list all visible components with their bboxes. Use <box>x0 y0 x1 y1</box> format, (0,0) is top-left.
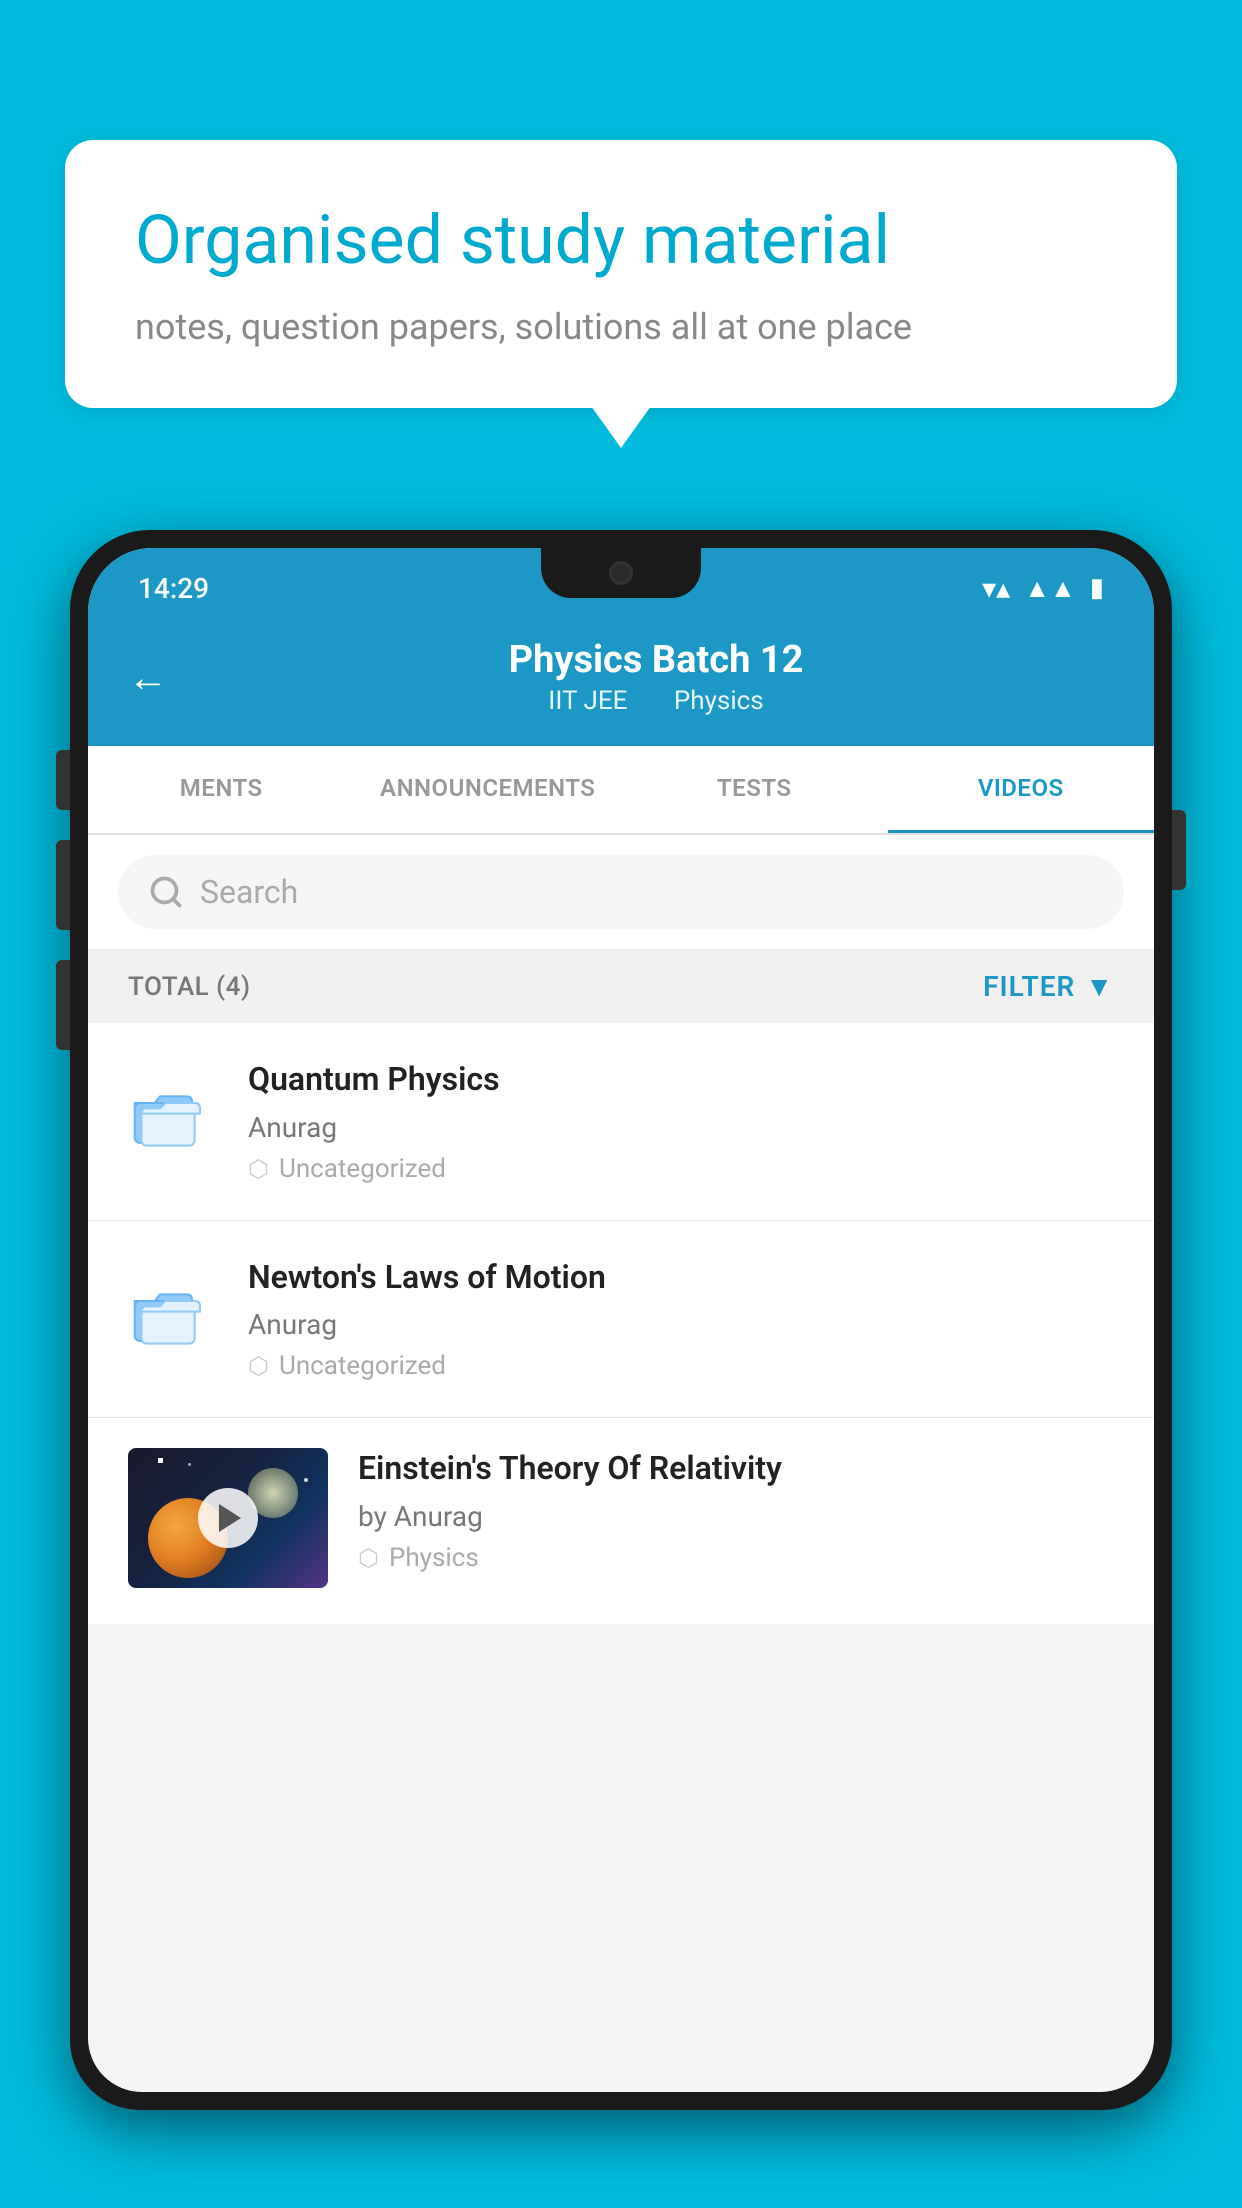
play-button[interactable] <box>198 1488 258 1548</box>
tab-announcements[interactable]: ANNOUNCEMENTS <box>355 746 622 833</box>
list-item[interactable]: Newton's Laws of Motion Anurag ⬡ Uncateg… <box>88 1221 1154 1419</box>
search-input-wrapper[interactable]: Search <box>118 855 1124 929</box>
video-list: Quantum Physics Anurag ⬡ Uncategorized <box>88 1023 1154 1624</box>
speech-bubble-title: Organised study material <box>135 200 1107 282</box>
list-item[interactable]: Quantum Physics Anurag ⬡ Uncategorized <box>88 1023 1154 1221</box>
tag-label: Uncategorized <box>279 1154 446 1184</box>
front-camera <box>609 561 633 585</box>
video-thumbnail <box>128 1448 328 1588</box>
phone-volume-down-button <box>56 960 70 1050</box>
search-icon <box>148 874 184 910</box>
app-header: ← Physics Batch 12 IIT JEE Physics <box>88 618 1154 746</box>
status-icons: ▾▴ ▲▲ ▮ <box>982 572 1104 605</box>
video-author: Anurag <box>248 1308 1114 1341</box>
video-author: Anurag <box>248 1111 1114 1144</box>
filter-label: FILTER <box>983 970 1075 1003</box>
video-title: Newton's Laws of Motion <box>248 1257 1114 1299</box>
speech-bubble-container: Organised study material notes, question… <box>65 140 1177 408</box>
tag-label: Physics <box>389 1543 479 1573</box>
tab-ments[interactable]: MENTS <box>88 746 355 833</box>
phone-screen: 14:29 ▾▴ ▲▲ ▮ ← Physics Batch 12 IIT JEE… <box>88 548 1154 2092</box>
search-input[interactable]: Search <box>200 873 298 911</box>
star-decoration <box>158 1458 163 1463</box>
phone-power-button <box>1172 810 1186 890</box>
video-tag: ⬡ Uncategorized <box>248 1154 1114 1184</box>
video-info: Quantum Physics Anurag ⬡ Uncategorized <box>248 1059 1114 1184</box>
star-decoration <box>188 1463 191 1466</box>
phone-notch <box>541 548 701 598</box>
video-tag: ⬡ Uncategorized <box>248 1351 1114 1381</box>
header-center: Physics Batch 12 IIT JEE Physics <box>198 638 1114 716</box>
speech-bubble: Organised study material notes, question… <box>65 140 1177 408</box>
folder-icon <box>128 1277 218 1361</box>
header-title: Physics Batch 12 <box>198 638 1114 682</box>
back-button[interactable]: ← <box>128 654 168 701</box>
phone-container: 14:29 ▾▴ ▲▲ ▮ ← Physics Batch 12 IIT JEE… <box>70 530 1172 2208</box>
tabs-container: MENTS ANNOUNCEMENTS TESTS VIDEOS <box>88 746 1154 835</box>
wifi-icon: ▾▴ <box>982 572 1010 605</box>
tag-label: Uncategorized <box>279 1351 446 1381</box>
filter-bar: TOTAL (4) FILTER ▼ <box>88 950 1154 1023</box>
video-title: Quantum Physics <box>248 1059 1114 1101</box>
tab-videos[interactable]: VIDEOS <box>888 746 1155 833</box>
list-item[interactable]: Einstein's Theory Of Relativity by Anura… <box>88 1418 1154 1624</box>
total-count: TOTAL (4) <box>128 972 251 1002</box>
tag-icon: ⬡ <box>248 1352 269 1380</box>
signal-icon: ▲▲ <box>1024 573 1075 604</box>
search-container: Search <box>88 835 1154 950</box>
phone-outer: 14:29 ▾▴ ▲▲ ▮ ← Physics Batch 12 IIT JEE… <box>70 530 1172 2110</box>
status-time: 14:29 <box>138 572 209 605</box>
play-triangle-icon <box>219 1504 241 1532</box>
filter-icon: ▼ <box>1085 970 1114 1003</box>
speech-bubble-subtitle: notes, question papers, solutions all at… <box>135 306 1107 348</box>
header-subtitle: IIT JEE Physics <box>198 686 1114 716</box>
video-info: Einstein's Theory Of Relativity by Anura… <box>358 1448 1114 1573</box>
video-tag: ⬡ Physics <box>358 1543 1114 1573</box>
video-title: Einstein's Theory Of Relativity <box>358 1448 1114 1490</box>
video-info: Newton's Laws of Motion Anurag ⬡ Uncateg… <box>248 1257 1114 1382</box>
header-tag2: Physics <box>674 686 764 716</box>
star-decoration <box>304 1478 308 1482</box>
tag-icon: ⬡ <box>248 1155 269 1183</box>
folder-icon <box>128 1079 218 1163</box>
phone-mute-button <box>56 750 70 810</box>
phone-volume-up-button <box>56 840 70 930</box>
header-tag1: IIT JEE <box>548 686 627 716</box>
battery-icon: ▮ <box>1090 573 1104 603</box>
tag-icon: ⬡ <box>358 1544 379 1572</box>
filter-button[interactable]: FILTER ▼ <box>983 970 1114 1003</box>
tab-tests[interactable]: TESTS <box>621 746 888 833</box>
video-author: by Anurag <box>358 1500 1114 1533</box>
